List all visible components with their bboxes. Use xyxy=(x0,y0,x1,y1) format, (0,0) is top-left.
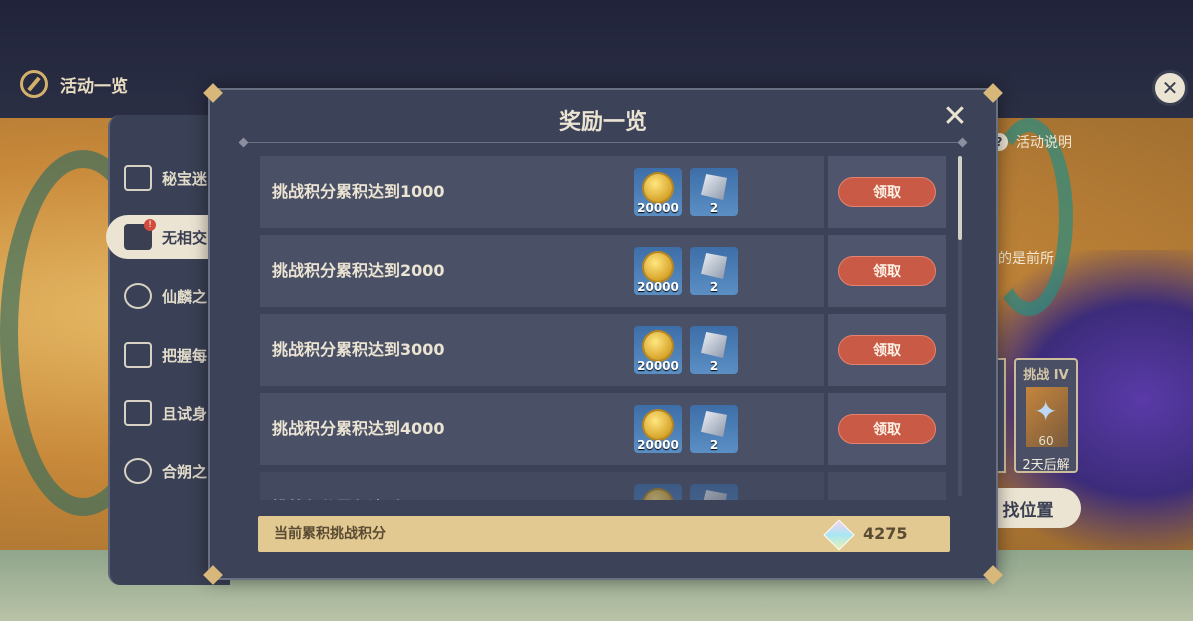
claim-button[interactable]: 领取 xyxy=(838,177,936,207)
modal-close-button[interactable]: ✕ xyxy=(940,102,970,132)
enhancement-ore-icon xyxy=(701,174,727,200)
reward-condition: 挑战积分累积达到2000 xyxy=(272,261,445,280)
reward-row-action: 领取 xyxy=(828,393,946,465)
challenge-card-count: 60 xyxy=(1038,434,1054,448)
sidebar-item-2[interactable]: 仙麟之 xyxy=(124,283,207,309)
lightbulb-icon xyxy=(124,283,152,309)
item-count: 20000 xyxy=(637,438,679,452)
event-description: 的是前所 xyxy=(998,251,1054,267)
enhancement-ore-icon xyxy=(701,490,727,500)
ore-item[interactable]: 2 xyxy=(690,247,738,295)
calendar-icon xyxy=(124,342,152,368)
title-divider xyxy=(240,142,966,143)
reward-condition: 挑战积分累积达到3000 xyxy=(272,340,445,359)
enhancement-ore-icon xyxy=(701,411,727,437)
reward-condition: 挑战积分累积达到4000 xyxy=(272,419,445,438)
flower-icon xyxy=(124,458,152,484)
cards-icon xyxy=(124,400,152,426)
points-summary: 当前累积挑战积分 4275 xyxy=(258,516,950,552)
modal-title: 奖励一览 xyxy=(558,110,647,135)
ore-item[interactable]: 2 xyxy=(690,405,738,453)
reward-row-main: 挑战积分累积达到2000 20000 2 xyxy=(260,235,824,307)
points-value: 4275 xyxy=(863,524,908,543)
crystal-icon xyxy=(823,519,855,551)
challenge-unlock-text: 2天后解 xyxy=(1022,458,1070,473)
claim-button[interactable]: 领取 xyxy=(838,414,936,444)
sidebar-item-label: 秘宝迷 xyxy=(162,169,208,188)
ore-item[interactable]: 2 xyxy=(690,326,738,374)
event-help[interactable]: ? 活动说明 xyxy=(990,132,1072,152)
sidebar-item-label: 把握每 xyxy=(162,346,208,365)
reward-row-action xyxy=(828,472,946,500)
claim-button[interactable]: 领取 xyxy=(838,335,936,365)
reward-row-action: 领取 xyxy=(828,156,946,228)
mora-coin-icon xyxy=(644,174,672,202)
reward-row-main: 挑战积分累积达到1000 20000 2 xyxy=(260,156,824,228)
mora-item[interactable]: 20000 xyxy=(634,405,682,453)
item-count: 2 xyxy=(709,438,719,452)
page-close-button[interactable]: ✕ xyxy=(1152,70,1188,106)
mora-coin-icon xyxy=(644,332,672,360)
reward-row: 挑战积分累积达到4000 20000 2 领取 xyxy=(260,393,946,465)
item-count: 2 xyxy=(709,359,719,373)
sidebar-item-label: 且试身 xyxy=(162,404,208,423)
mora-item[interactable] xyxy=(634,484,682,500)
mora-coin-icon xyxy=(644,490,672,500)
reward-row: 挑战积分累积达到5000 xyxy=(260,472,946,500)
close-icon: ✕ xyxy=(942,99,968,134)
claim-button[interactable]: 领取 xyxy=(838,256,936,286)
page-title: 活动一览 xyxy=(60,76,128,97)
reward-row-main: 挑战积分累积达到5000 xyxy=(260,472,824,500)
challenge-card[interactable]: 挑战 IV 60 2天后解 xyxy=(1014,358,1078,473)
reward-row-main: 挑战积分累积达到4000 20000 2 xyxy=(260,393,824,465)
mora-coin-icon xyxy=(644,253,672,281)
mora-item[interactable]: 20000 xyxy=(634,168,682,216)
reward-row-action: 领取 xyxy=(828,314,946,386)
item-count: 20000 xyxy=(637,280,679,294)
sidebar-item-label: 合朔之 xyxy=(162,462,208,481)
item-count: 2 xyxy=(709,201,719,215)
sidebar-item-3[interactable]: 把握每 xyxy=(124,342,207,368)
sidebar-item-label: 仙麟之 xyxy=(162,287,208,306)
reward-row: 挑战积分累积达到3000 20000 2 领取 xyxy=(260,314,946,386)
item-count: 20000 xyxy=(637,359,679,373)
mora-coin-icon xyxy=(644,411,672,439)
help-label: 活动说明 xyxy=(1016,135,1072,151)
enhancement-ore-icon xyxy=(701,332,727,358)
reward-list-scrollbar[interactable] xyxy=(958,156,962,496)
challenge-card-title: 挑战 IV xyxy=(1023,368,1069,383)
points-label: 当前累积挑战积分 xyxy=(274,526,386,542)
reward-overview-modal: 奖励一览 ✕ 挑战积分累积达到1000 20000 2 领取 挑战积分累积达到2… xyxy=(203,83,1003,585)
mora-item[interactable]: 20000 xyxy=(634,247,682,295)
enhancement-ore-icon xyxy=(701,253,727,279)
reward-condition: 挑战积分累积达到1000 xyxy=(272,182,445,201)
sidebar-item-4[interactable]: 且试身 xyxy=(124,400,207,426)
ore-item[interactable]: 2 xyxy=(690,168,738,216)
treasure-chest-icon xyxy=(124,165,152,191)
sidebar-item-5[interactable]: 合朔之 xyxy=(124,458,207,484)
sidebar-item-label: 无相交 xyxy=(162,228,208,247)
reward-list[interactable]: 挑战积分累积达到1000 20000 2 领取 挑战积分累积达到2000 200… xyxy=(260,156,950,500)
sidebar-item-active[interactable]: 无相交 ! xyxy=(106,215,221,259)
reward-row-action: 领取 xyxy=(828,235,946,307)
item-count: 20000 xyxy=(637,201,679,215)
item-count: 2 xyxy=(709,280,719,294)
notification-badge: ! xyxy=(144,219,156,231)
compass-icon xyxy=(20,70,48,98)
sidebar-item-1[interactable]: 无相交 xyxy=(124,224,207,250)
reward-row: 挑战积分累积达到1000 20000 2 领取 xyxy=(260,156,946,228)
reward-row-main: 挑战积分累积达到3000 20000 2 xyxy=(260,314,824,386)
reward-condition: 挑战积分累积达到5000 xyxy=(272,472,445,500)
page-header: 活动一览 xyxy=(20,70,128,98)
sidebar-item-0[interactable]: 秘宝迷 xyxy=(124,165,207,191)
close-icon: ✕ xyxy=(1161,76,1179,100)
ore-item[interactable] xyxy=(690,484,738,500)
scroll-thumb[interactable] xyxy=(958,156,962,240)
mora-item[interactable]: 20000 xyxy=(634,326,682,374)
reward-row: 挑战积分累积达到2000 20000 2 领取 xyxy=(260,235,946,307)
